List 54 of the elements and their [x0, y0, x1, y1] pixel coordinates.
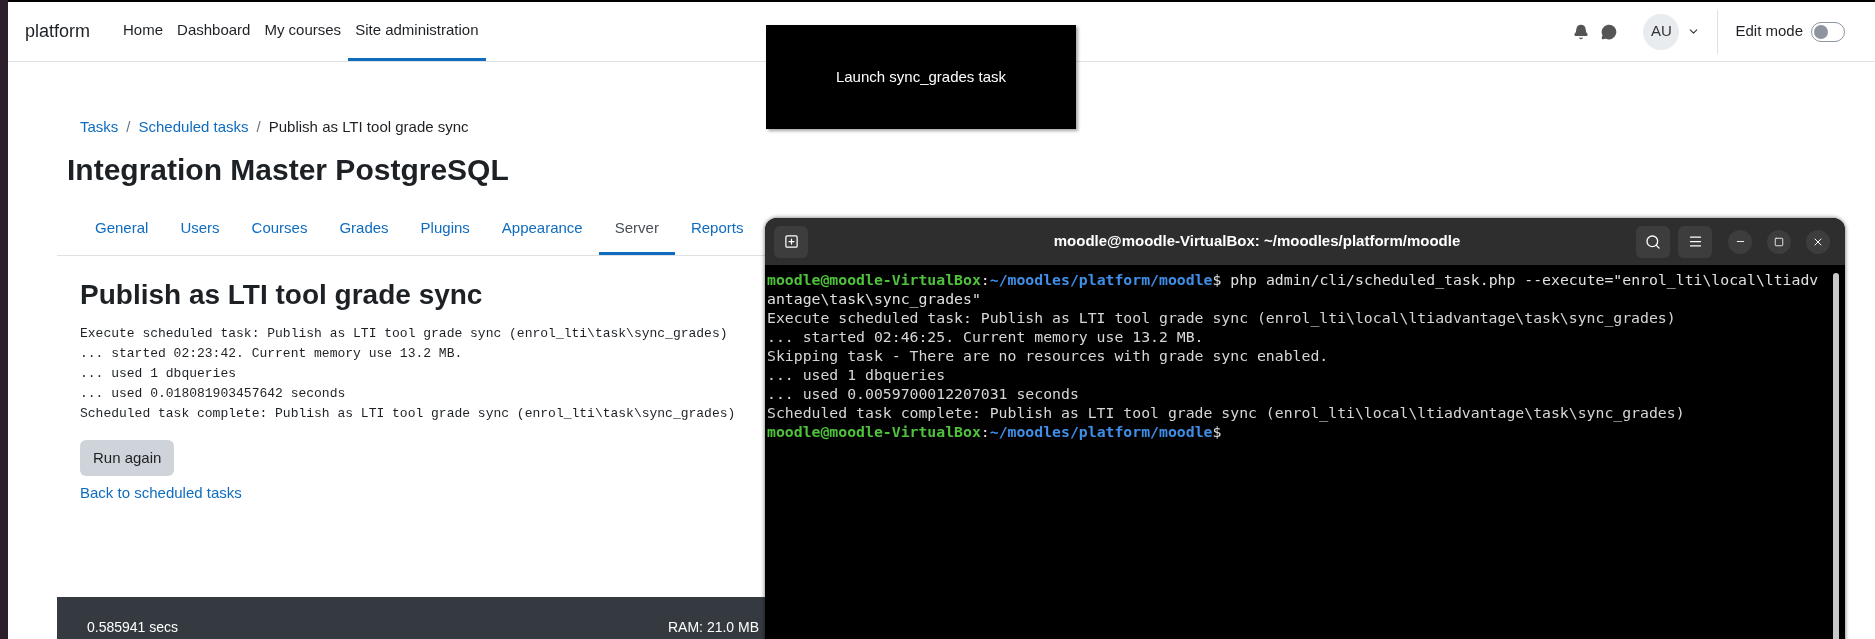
terminal-output-line: ... started 02:46:25. Current memory use 13.2 MB. — [767, 327, 1205, 346]
page-heading: Publish as LTI tool grade sync — [80, 278, 483, 312]
terminal-scrollbar[interactable] — [1833, 273, 1839, 639]
admin-tab[interactable]: Users — [164, 204, 236, 255]
search-icon — [1645, 233, 1661, 250]
user-avatar[interactable]: AU — [1643, 13, 1680, 50]
breadcrumb-separator: / — [256, 117, 261, 137]
new-tab-icon — [783, 234, 799, 249]
admin-tab[interactable]: Server — [598, 204, 675, 255]
task-output-line: ... used 1 dbqueries — [80, 365, 237, 383]
admin-tab[interactable]: Reports — [674, 204, 760, 255]
terminal-output-line: Scheduled task complete: Publish as LTI tool grade sync (enrol_lti\local\ltiadvantage\task\sync_grades) — [767, 403, 1686, 422]
task-output-line: Scheduled task complete: Publish as LTI tool grade sync (enrol_lti\task\sync_grades) — [80, 405, 736, 423]
terminal-output-line: Skipping task - There are no resources with grade sync enabled. — [767, 346, 1330, 365]
terminal-output-line: Execute scheduled task: Publish as LTI tool grade sync (enrol_lti\local\ltiadvantage\task\sync_grades) — [767, 308, 1677, 327]
nav-link[interactable]: Home — [116, 2, 171, 61]
breadcrumb-separator: / — [126, 117, 131, 137]
terminal-output-line: ... used 0.0059700012207031 seconds — [767, 384, 1080, 403]
breadcrumb-current: Publish as LTI tool grade sync — [268, 117, 469, 137]
menu-button[interactable] — [1678, 225, 1712, 258]
terminal-prompt-line: moodle@moodle-VirtualBox:~/moodles/platform/moodle$ — [767, 422, 1223, 441]
site-title: Integration Master PostgreSQL — [66, 151, 509, 188]
maximize-button[interactable] — [1767, 229, 1791, 254]
admin-tab[interactable]: Plugins — [404, 204, 486, 255]
popup-text: Launch sync_grades task — [835, 66, 1007, 87]
close-button[interactable] — [1806, 229, 1830, 254]
terminal-prompt-line: moodle@moodle-VirtualBox:~/moodles/platform/moodle$ php admin/cli/scheduled_task.php --execute="enrol_lti\local\ltiadvantage\task\sync_grades" — [767, 270, 1820, 308]
task-output-line: Execute scheduled task: Publish as LTI tool grade sync (enrol_lti\task\sync_grades) — [80, 325, 728, 343]
back-link[interactable]: Back to scheduled tasks — [80, 484, 242, 501]
admin-tab[interactable]: Appearance — [485, 204, 599, 255]
site-name[interactable]: platform — [25, 18, 91, 45]
admin-tab[interactable]: Courses — [235, 204, 324, 255]
admin-tab[interactable]: Grades — [323, 204, 405, 255]
nav-link[interactable]: Dashboard — [170, 2, 258, 61]
maximize-icon — [1774, 236, 1784, 247]
terminal-output-line: ... used 1 dbqueries — [767, 365, 947, 384]
task-output-line: ... started 02:23:42. Current memory use 13.2 MB. — [80, 345, 463, 363]
task-output-line: ... used 0.018081903457642 seconds — [80, 385, 346, 403]
run-again-button[interactable]: Run again — [80, 440, 175, 476]
menu-icon — [1687, 234, 1703, 249]
breadcrumb-link[interactable]: Tasks — [80, 116, 119, 139]
new-tab-button[interactable] — [774, 225, 808, 258]
search-button[interactable] — [1636, 225, 1670, 258]
footer-time: 0.585941 secs — [87, 617, 180, 637]
edit-mode-toggle[interactable] — [1811, 21, 1845, 42]
edit-mode-label: Edit mode — [1735, 21, 1803, 42]
terminal-title: moodle@moodle-VirtualBox: ~/moodles/platform/moodle — [1052, 231, 1462, 252]
nav-link[interactable]: Site administration — [348, 2, 486, 61]
admin-tab[interactable]: General — [79, 204, 165, 255]
breadcrumb-link[interactable]: Scheduled tasks — [138, 116, 249, 139]
notification-bell-icon[interactable] — [1573, 23, 1590, 40]
messages-icon[interactable] — [1601, 23, 1618, 40]
footer-ram: RAM: 21.0 MB — [668, 617, 760, 637]
nav-link[interactable]: My courses — [257, 2, 349, 61]
